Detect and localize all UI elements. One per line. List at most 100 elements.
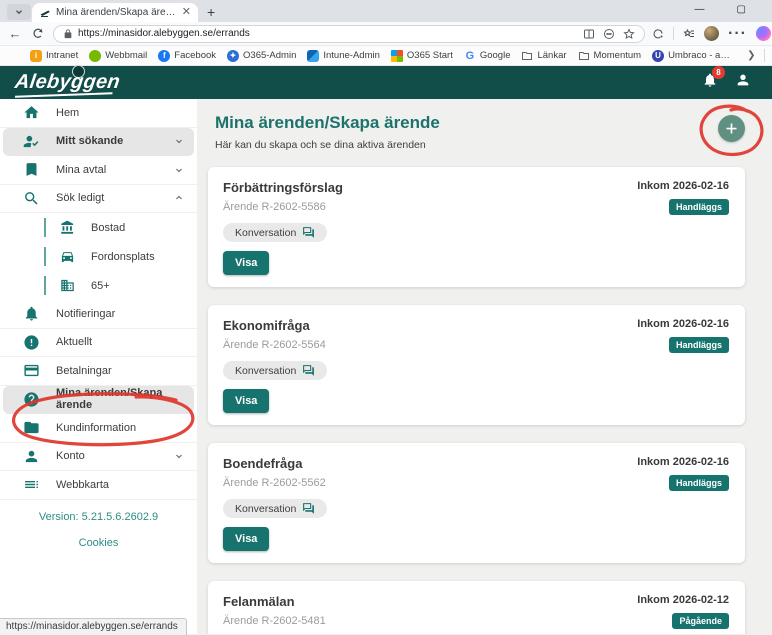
- car-icon: [60, 249, 75, 264]
- bookmarks-overflow-icon[interactable]: ❯: [747, 50, 755, 61]
- o365-start-icon: [391, 50, 403, 62]
- errand-received-date: Inkom 2026-02-16: [637, 180, 729, 192]
- conversation-button[interactable]: Konversation: [223, 499, 327, 518]
- tab-close-icon[interactable]: ✕: [182, 7, 191, 18]
- main-content: Mina ärenden/Skapa ärende Här kan du ska…: [197, 99, 772, 634]
- view-button[interactable]: Visa: [223, 389, 269, 413]
- refresh-button[interactable]: [30, 27, 46, 41]
- bookmark-item[interactable]: UUmbraco - alebyg...: [652, 50, 730, 62]
- errand-meta: Inkom 2026-02-16Handläggs: [637, 456, 729, 491]
- chevron-down-icon: [173, 450, 185, 462]
- bookmark-item[interactable]: Länkar: [521, 50, 566, 62]
- notifications-button[interactable]: 8: [702, 72, 718, 93]
- chevron-down-icon: [14, 7, 24, 17]
- browser-tab[interactable]: Mina ärenden/Skapa ärende - Min ✕: [32, 3, 198, 22]
- bookmark-items: iIntranet Webbmail fFacebook ✦O365-Admin Int…: [30, 50, 730, 62]
- cookies-link[interactable]: Cookies: [0, 537, 197, 549]
- building-icon: [60, 278, 75, 293]
- favorites-list-icon[interactable]: [683, 28, 695, 40]
- bookmarks-divider-2: [764, 49, 765, 62]
- maximize-button[interactable]: ▢: [737, 5, 746, 15]
- minimize-button[interactable]: —: [695, 5, 705, 15]
- view-button[interactable]: Visa: [223, 527, 269, 551]
- sidebar-item-mina-avtal[interactable]: Mina avtal: [0, 156, 197, 185]
- brand-logo[interactable]: Alebyggen: [13, 71, 121, 94]
- create-errand-button[interactable]: [718, 115, 745, 142]
- toolbar-divider: [673, 27, 674, 40]
- errand-received-date: Inkom 2026-02-16: [637, 318, 729, 330]
- sidebar-item-s-k-ledigt[interactable]: Sök ledigt: [0, 185, 197, 214]
- sidebar-item-webbkarta[interactable]: Webbkarta: [0, 471, 197, 500]
- version-text: Version: 5.21.5.6.2602.9: [0, 511, 197, 523]
- bookmark-icon: [23, 161, 40, 178]
- bookmark-item[interactable]: Webbmail: [89, 50, 147, 62]
- address-bar[interactable]: https://minasidor.alebyggen.se/errands: [53, 25, 645, 43]
- subitem-indent-line: [44, 247, 46, 266]
- bookmark-item[interactable]: Momentum: [578, 50, 642, 62]
- bookmark-item[interactable]: iIntranet: [30, 50, 78, 62]
- sidebar-item-notifieringar[interactable]: Notifieringar: [0, 300, 197, 329]
- sidebar: HemMitt sökandeMina avtalSök ledigtBosta…: [0, 99, 197, 634]
- copilot-icon[interactable]: [756, 26, 771, 41]
- tab-search-button[interactable]: [7, 4, 31, 20]
- errand-card: BoendefrågaÄrende R-2602-5562Konversatio…: [208, 443, 745, 563]
- errand-card: FörbättringsförslagÄrende R-2602-5586Kon…: [208, 167, 745, 287]
- errand-received-date: Inkom 2026-02-12: [637, 594, 729, 606]
- help-icon: [23, 391, 40, 408]
- status-badge: Handläggs: [669, 475, 729, 491]
- sidebar-item-fordonsplats[interactable]: Fordonsplats: [0, 242, 197, 271]
- sidebar-item-aktuellt[interactable]: Aktuellt: [0, 329, 197, 358]
- alert-icon: [23, 334, 40, 351]
- profile-avatar[interactable]: [704, 26, 719, 41]
- new-tab-button[interactable]: +: [207, 6, 215, 18]
- errand-meta: Inkom 2026-02-16Handläggs: [637, 180, 729, 215]
- favorite-star-icon[interactable]: [623, 28, 635, 40]
- conversation-button[interactable]: Konversation: [223, 223, 327, 242]
- sidebar-item-bostad[interactable]: Bostad: [0, 213, 197, 242]
- bookmarks-right: ❯ Andra favoriter: [741, 49, 772, 62]
- bank-icon: [60, 220, 75, 235]
- split-screen-icon[interactable]: [583, 28, 595, 40]
- sidebar-item-65[interactable]: 65+: [0, 271, 197, 300]
- back-button[interactable]: ←: [7, 27, 23, 40]
- more-menu-icon[interactable]: ···: [728, 25, 747, 43]
- bookmark-item[interactable]: Intune-Admin: [307, 50, 380, 62]
- sidebar-item-kundinformation[interactable]: Kundinformation: [0, 414, 197, 443]
- folder-icon: [521, 50, 533, 62]
- page-subtitle: Här kan du skapa och se dina aktiva ären…: [215, 139, 745, 151]
- chevron-down-icon: [173, 164, 185, 176]
- sidebar-item-hem[interactable]: Hem: [0, 99, 197, 128]
- person-icon: [23, 448, 40, 465]
- status-badge: Handläggs: [669, 337, 729, 353]
- sidebar-item-betalningar[interactable]: Betalningar: [0, 357, 197, 386]
- read-aloud-icon[interactable]: [603, 28, 615, 40]
- conversation-button[interactable]: Konversation: [223, 361, 327, 380]
- plus-icon: [724, 121, 739, 136]
- person-icon: [735, 72, 751, 88]
- bookmark-item[interactable]: fFacebook: [158, 50, 216, 62]
- o365-admin-icon: ✦: [227, 50, 239, 62]
- app-header: Alebyggen 8: [0, 66, 772, 99]
- tab-favicon-icon: [39, 7, 51, 19]
- sidebar-item-mitt-s-kande[interactable]: Mitt sökande: [3, 128, 194, 157]
- window-controls: — ▢: [695, 0, 772, 15]
- errand-meta: Inkom 2026-02-16 Handläggs: [637, 318, 729, 353]
- errand-list: FörbättringsförslagÄrende R-2602-5586Kon…: [208, 167, 745, 634]
- sidebar-items: HemMitt sökandeMina avtalSök ledigtBosta…: [0, 99, 197, 500]
- search-icon: [23, 190, 40, 207]
- browser-essentials-icon[interactable]: [652, 28, 664, 40]
- account-button[interactable]: [735, 72, 751, 93]
- browser-chrome: Mina ärenden/Skapa ärende - Min ✕ + — ▢ …: [0, 0, 772, 66]
- errand-meta: Inkom 2026-02-12Pågående: [637, 594, 729, 629]
- bookmark-item[interactable]: O365 Start: [391, 50, 453, 62]
- folder-icon: [578, 50, 590, 62]
- chevron-down-icon: [173, 135, 185, 147]
- bookmark-item[interactable]: GGoogle: [464, 50, 511, 62]
- view-button[interactable]: Visa: [223, 251, 269, 275]
- bookmark-item[interactable]: ✦O365-Admin: [227, 50, 296, 62]
- subitem-indent-line: [44, 276, 46, 295]
- sidebar-item-konto[interactable]: Konto: [0, 443, 197, 472]
- home-icon: [23, 104, 40, 121]
- browser-toolbar: ← https://minasidor.alebyggen.se/errands…: [0, 22, 772, 46]
- sidebar-item-mina-renden-skapa-rende[interactable]: Mina ärenden/Skapa ärende: [3, 386, 194, 415]
